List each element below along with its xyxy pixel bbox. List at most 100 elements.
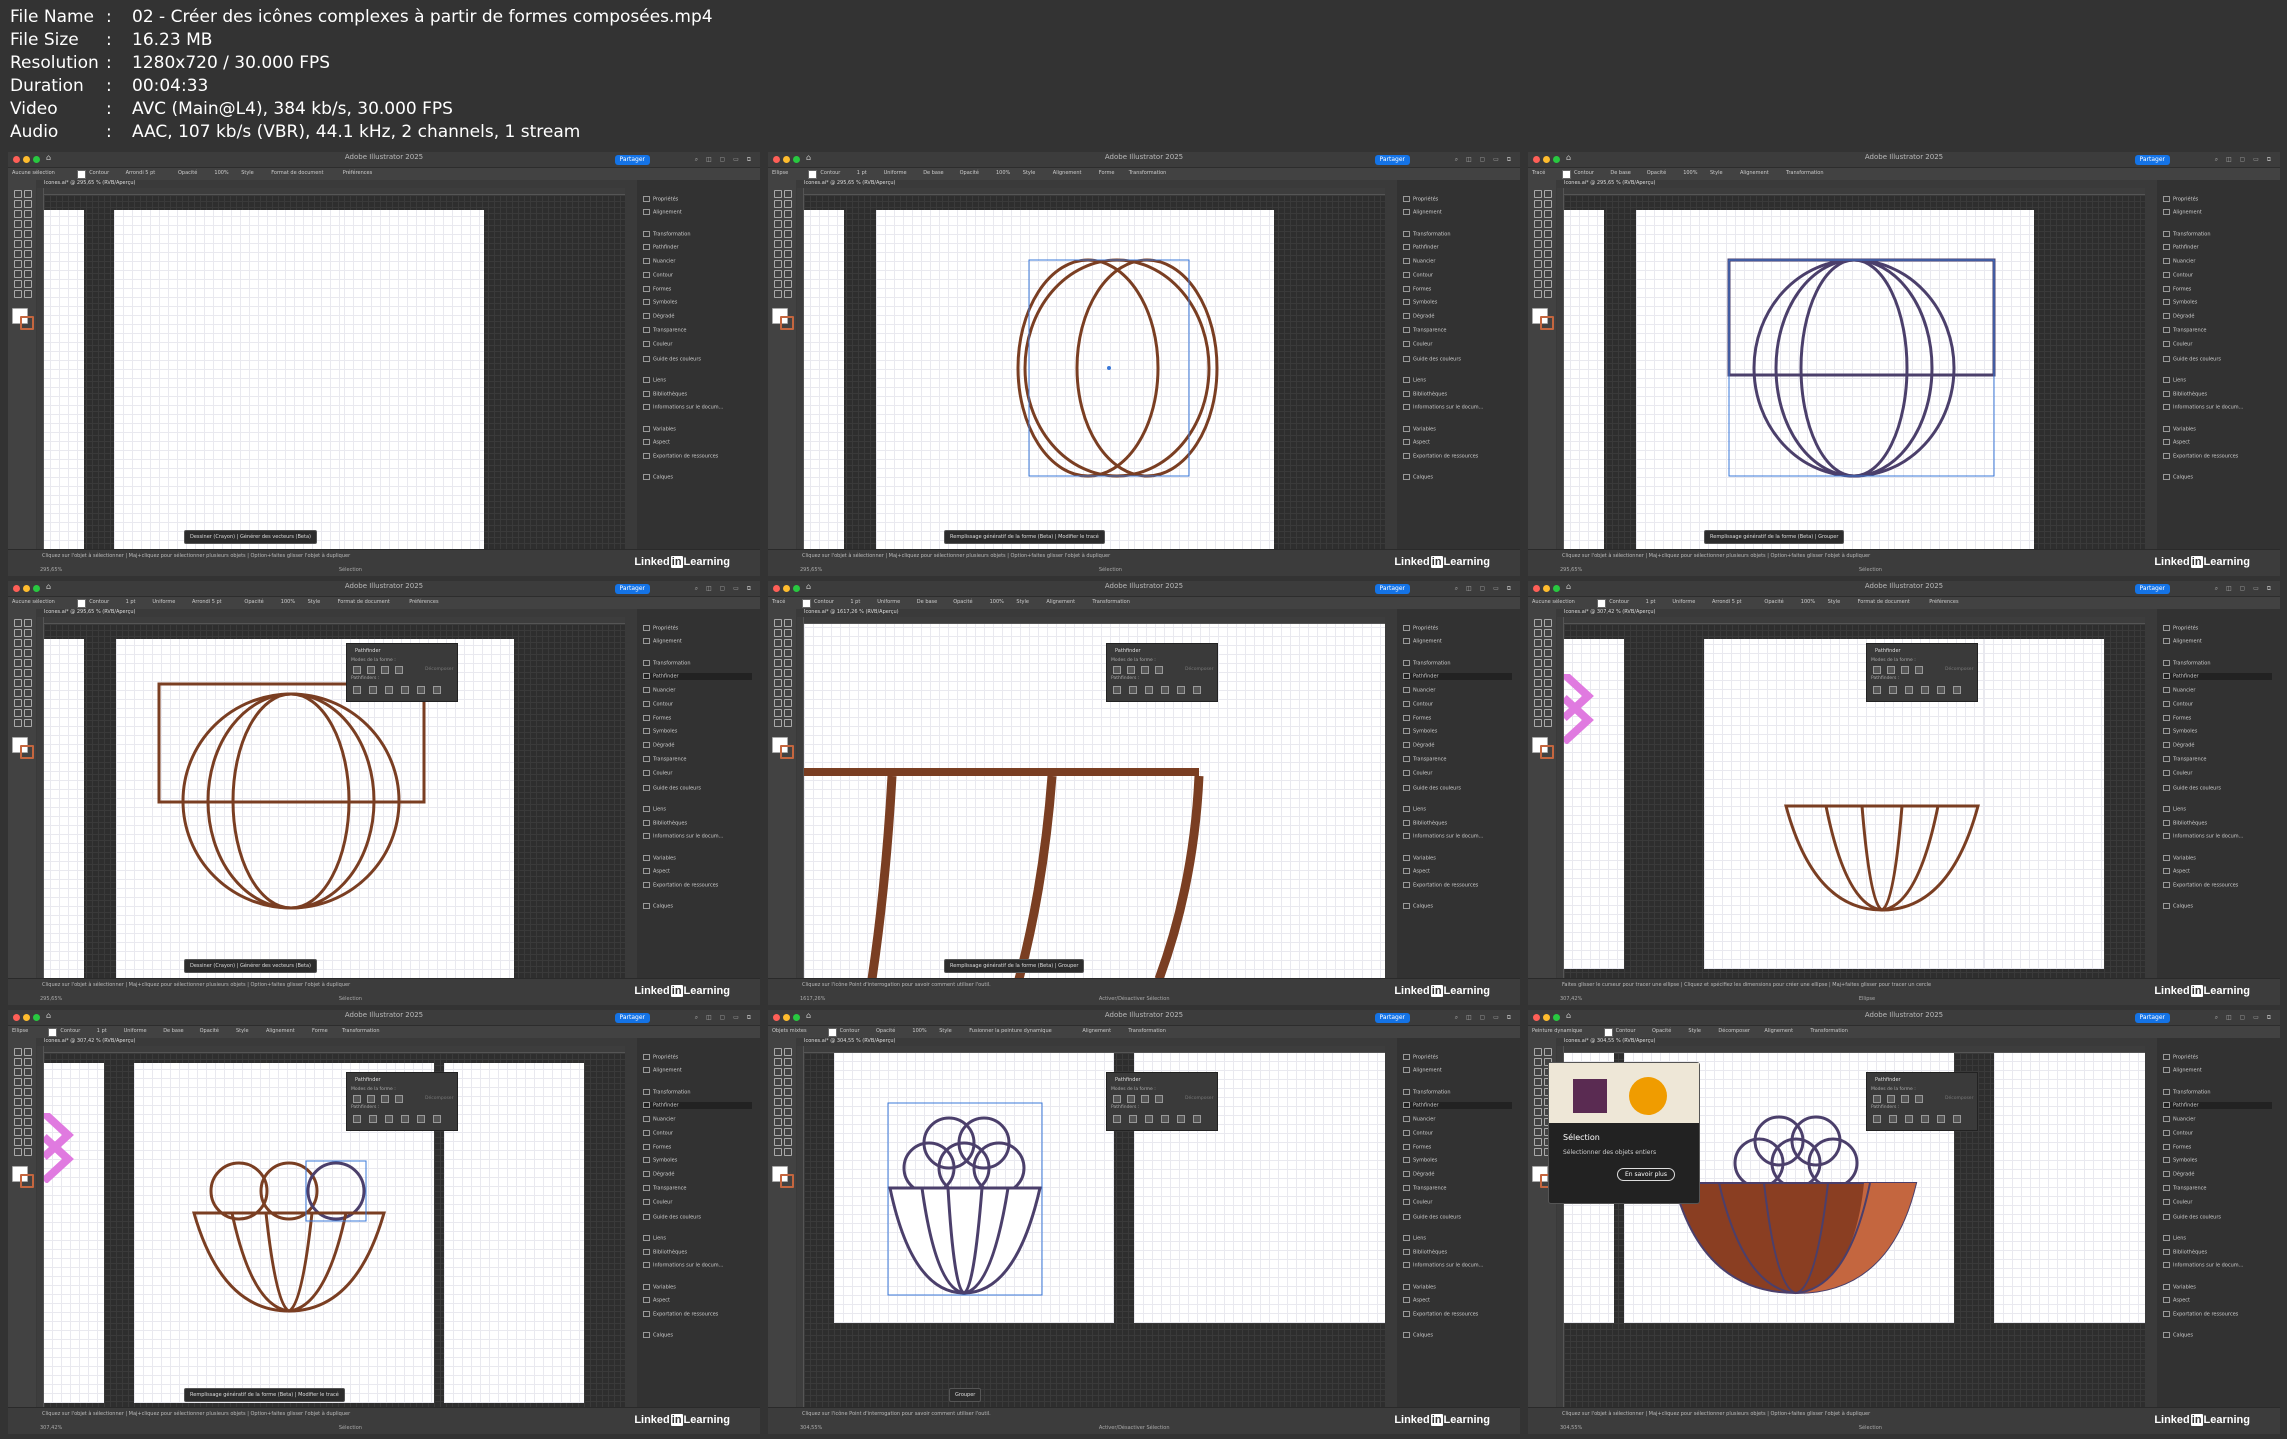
control-bar-item[interactable]: Préférences xyxy=(1929,599,1958,605)
tool-icon[interactable] xyxy=(24,1118,32,1126)
artwork-path[interactable] xyxy=(1770,1137,1822,1189)
artwork-path[interactable] xyxy=(1752,258,1956,478)
control-bar-item[interactable]: Alignement xyxy=(1046,599,1075,605)
tool-icon[interactable] xyxy=(1534,1128,1542,1136)
shape-mode-button[interactable] xyxy=(1155,1095,1163,1103)
panel-item[interactable]: Dégradé xyxy=(2163,742,2194,749)
tool-icon[interactable] xyxy=(14,699,22,707)
tool-icon[interactable] xyxy=(784,1128,792,1136)
tool-icon[interactable] xyxy=(1544,679,1552,687)
control-bar-item[interactable]: 100% xyxy=(281,599,295,605)
tool-icon[interactable] xyxy=(14,210,22,218)
pathfinder-button[interactable] xyxy=(1889,1115,1897,1123)
fill-swatch[interactable] xyxy=(48,1028,58,1037)
panel-item[interactable]: Calques xyxy=(2163,474,2193,481)
tool-icon[interactable] xyxy=(774,240,782,248)
tool-icon[interactable] xyxy=(14,639,22,647)
zoom-level[interactable]: 295,65% xyxy=(40,996,62,1002)
panel-item[interactable]: Liens xyxy=(1403,805,1426,812)
tool-icon[interactable] xyxy=(1544,659,1552,667)
pathfinder-button[interactable] xyxy=(1937,1115,1945,1123)
panel-item[interactable]: Bibliothèques xyxy=(2163,819,2207,826)
canvas[interactable]: Dessiner (Crayon) | Générer des vecteurs… xyxy=(44,195,625,550)
control-bar-item[interactable]: Contour xyxy=(1574,170,1594,176)
pathfinder-button[interactable] xyxy=(1937,686,1945,694)
control-bar-item[interactable]: Forme xyxy=(1099,170,1115,176)
panel-item[interactable]: Contour xyxy=(2163,1129,2193,1136)
control-bar-item[interactable]: Contour xyxy=(1609,599,1629,605)
control-bar-item[interactable]: Opacité xyxy=(1652,1028,1671,1034)
panel-item[interactable]: Transparence xyxy=(2163,326,2206,333)
panel-item[interactable]: Couleur xyxy=(2163,340,2192,347)
control-bar-item[interactable]: De base xyxy=(1610,170,1630,176)
panel-item[interactable]: Dégradé xyxy=(1403,742,1434,749)
artwork[interactable] xyxy=(1564,195,2145,550)
panel-item[interactable]: Pathfinder xyxy=(1403,244,1439,251)
panel-item[interactable]: Dégradé xyxy=(643,742,674,749)
tool-icon[interactable] xyxy=(774,619,782,627)
control-bar-item[interactable]: 100% xyxy=(1801,599,1815,605)
shape-mode-button[interactable] xyxy=(1901,666,1909,674)
tool-icon[interactable] xyxy=(784,290,792,298)
tool-icon[interactable] xyxy=(1544,280,1552,288)
tool-icon[interactable] xyxy=(1534,1098,1542,1106)
tool-icon[interactable] xyxy=(14,1078,22,1086)
panel-item[interactable]: Couleur xyxy=(2163,1198,2192,1205)
control-bar-item[interactable]: Tracé xyxy=(1532,170,1545,176)
control-bar-item[interactable]: De base xyxy=(163,1028,183,1034)
pathfinder-button[interactable] xyxy=(1161,1115,1169,1123)
pathfinder-button[interactable] xyxy=(1193,1115,1201,1123)
panel-item[interactable]: Symboles xyxy=(643,299,677,306)
control-bar-item[interactable]: Préférences xyxy=(409,599,438,605)
artwork-path[interactable] xyxy=(888,1186,1042,1295)
tool-icon[interactable] xyxy=(784,669,792,677)
control-bar-item[interactable]: Forme xyxy=(312,1028,328,1034)
shape-mode-button[interactable] xyxy=(1901,1095,1909,1103)
shape-mode-button[interactable] xyxy=(1113,666,1121,674)
control-bar-item[interactable]: 1 pt xyxy=(857,170,867,176)
pathfinder-button[interactable] xyxy=(433,686,441,694)
tool-icon[interactable] xyxy=(1544,230,1552,238)
panel-item[interactable]: Nuancier xyxy=(2163,1116,2195,1123)
window-icons[interactable]: ⌕ ◫ ▢ ▭ ⧉ xyxy=(695,1014,754,1022)
tool-icon[interactable] xyxy=(24,260,32,268)
tool-icon[interactable] xyxy=(774,290,782,298)
control-bar-item[interactable]: Alignement xyxy=(1740,170,1769,176)
panel-item[interactable]: Informations sur le docum... xyxy=(1403,1262,1483,1269)
panel-item[interactable]: Pathfinder xyxy=(643,1102,752,1109)
panel-item[interactable]: Liens xyxy=(2163,1234,2186,1241)
tool-icon[interactable] xyxy=(784,1088,792,1096)
tool-icon[interactable] xyxy=(1544,260,1552,268)
panel-item[interactable]: Formes xyxy=(1403,285,1431,292)
control-bar-item[interactable]: Ellipse xyxy=(12,1028,28,1034)
panel-item[interactable]: Liens xyxy=(643,805,666,812)
panel-item[interactable]: Guide des couleurs xyxy=(1403,355,1461,362)
pink-icon-shape[interactable] xyxy=(1564,674,1594,744)
panel-item[interactable]: Guide des couleurs xyxy=(2163,784,2221,791)
artwork-path[interactable] xyxy=(867,775,897,979)
canvas[interactable]: Remplissage génératif de la forme (Beta)… xyxy=(804,195,1385,550)
window-icons[interactable]: ⌕ ◫ ▢ ▭ ⧉ xyxy=(695,585,754,593)
panel-item[interactable]: Formes xyxy=(643,714,671,721)
panel-item[interactable]: Variables xyxy=(643,425,676,432)
panel-item[interactable]: Formes xyxy=(2163,1143,2191,1150)
fill-swatch[interactable] xyxy=(827,1028,837,1037)
control-bar-item[interactable]: Style xyxy=(939,1028,952,1034)
tool-icon[interactable] xyxy=(784,1078,792,1086)
panel-item[interactable]: Symboles xyxy=(1403,299,1437,306)
tool-icon[interactable] xyxy=(24,659,32,667)
panel-item[interactable]: Nuancier xyxy=(643,687,675,694)
panel-item[interactable]: Propriétés xyxy=(2163,195,2198,202)
shape-mode-button[interactable] xyxy=(367,666,375,674)
tool-icon[interactable] xyxy=(774,230,782,238)
panel-item[interactable]: Symboles xyxy=(2163,728,2197,735)
control-bar-item[interactable]: Contour xyxy=(1616,1028,1636,1034)
tool-icon[interactable] xyxy=(784,709,792,717)
panel-item[interactable]: Exportation de ressources xyxy=(1403,1311,1478,1318)
pathfinder-panel[interactable]: Pathfinder Modes de la forme : Décomposer P… xyxy=(346,1072,458,1131)
panel-item[interactable]: Informations sur le docum... xyxy=(1403,404,1483,411)
tool-icon[interactable] xyxy=(1534,1108,1542,1116)
panel-item[interactable]: Nuancier xyxy=(1403,1116,1435,1123)
tool-icon[interactable] xyxy=(24,240,32,248)
tool-icon[interactable] xyxy=(774,260,782,268)
